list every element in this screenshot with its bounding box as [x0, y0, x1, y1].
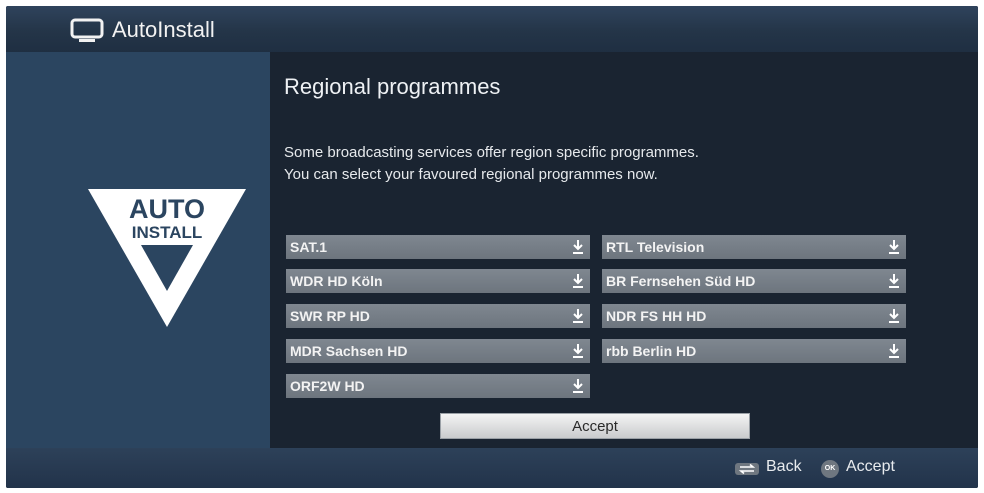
region-select-orf[interactable]: ORF2W HD: [286, 374, 590, 398]
bottom-hint-bar: Back OK Accept: [6, 448, 978, 488]
select-value: rbb Berlin HD: [606, 343, 697, 359]
select-value: BR Fernsehen Süd HD: [606, 273, 756, 289]
select-value: WDR HD Köln: [290, 273, 383, 289]
down-arrow-icon: [573, 344, 583, 358]
accept-hint-label: Accept: [846, 458, 895, 475]
region-select-rbb[interactable]: rbb Berlin HD: [602, 339, 906, 363]
ok-button-icon: OK: [821, 460, 839, 478]
description-line-1: Some broadcasting services offer region …: [284, 144, 699, 161]
select-value: ORF2W HD: [290, 378, 365, 394]
region-select-br[interactable]: BR Fernsehen Süd HD: [602, 269, 906, 293]
svg-text:AUTO: AUTO: [129, 194, 205, 224]
select-value: SWR RP HD: [290, 308, 370, 324]
svg-text:INSTALL: INSTALL: [132, 223, 203, 242]
down-arrow-icon: [573, 240, 583, 254]
select-value: RTL Television: [606, 239, 705, 255]
title-bar: AutoInstall: [6, 6, 978, 52]
description-line-2: You can select your favoured regional pr…: [284, 166, 658, 183]
accept-button[interactable]: Accept: [440, 413, 750, 439]
down-arrow-icon: [889, 240, 899, 254]
main-content: Regional programmes Some broadcasting se…: [270, 52, 978, 448]
down-arrow-icon: [889, 309, 899, 323]
select-value: SAT.1: [290, 239, 328, 255]
tv-screen: AutoInstall AUTO INSTALL Regional progra…: [6, 6, 978, 488]
auto-install-logo: AUTO INSTALL: [88, 189, 246, 327]
down-arrow-icon: [573, 274, 583, 288]
region-select-rtl[interactable]: RTL Television: [602, 235, 906, 259]
region-select-wdr[interactable]: WDR HD Köln: [286, 269, 590, 293]
region-select-mdr[interactable]: MDR Sachsen HD: [286, 339, 590, 363]
down-arrow-icon: [889, 274, 899, 288]
region-select-sat1[interactable]: SAT.1: [286, 235, 590, 259]
region-select-swr[interactable]: SWR RP HD: [286, 304, 590, 328]
down-arrow-icon: [573, 379, 583, 393]
down-arrow-icon: [889, 344, 899, 358]
region-select-ndr[interactable]: NDR FS HH HD: [602, 304, 906, 328]
select-value: NDR FS HH HD: [606, 308, 707, 324]
tv-icon: [70, 18, 104, 42]
side-panel: AUTO INSTALL: [6, 52, 270, 448]
description: Some broadcasting services offer region …: [284, 142, 699, 186]
page-title: Regional programmes: [284, 74, 501, 99]
back-hint-label: Back: [766, 458, 802, 475]
back-icon: [735, 463, 759, 475]
down-arrow-icon: [573, 309, 583, 323]
select-value: MDR Sachsen HD: [290, 343, 408, 359]
window-title: AutoInstall: [112, 17, 215, 42]
